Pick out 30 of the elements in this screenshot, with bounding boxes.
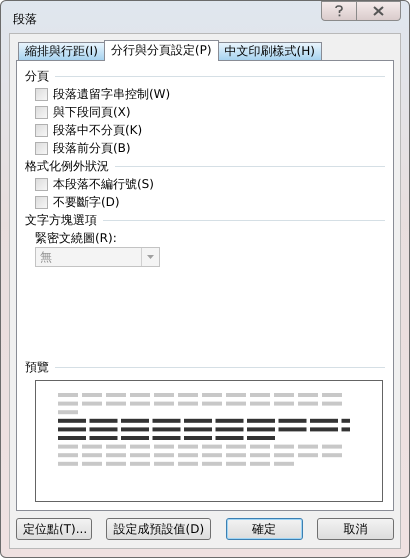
checkbox-label: 與下段同頁(X) [53,104,131,121]
checkbox[interactable] [35,88,48,100]
dialog-button[interactable]: 確定 [226,518,303,540]
tab[interactable]: 分行與分頁設定(P) [104,40,219,61]
tab[interactable]: 中文印刷樣式(H) [218,42,322,60]
checkbox[interactable] [35,196,48,208]
checkbox[interactable] [35,142,48,154]
dropdown-label: 緊密文繞圖(R): [35,230,117,247]
checkbox-label: 段落中不分頁(K) [53,122,142,139]
checkbox-label: 本段落不編行號(S) [53,176,154,193]
checkbox[interactable] [35,124,48,136]
window-title: 段落 [12,11,37,28]
section-heading: 預覽 [25,359,49,376]
dialog-button[interactable]: 取消 [316,518,394,540]
help-icon [335,5,343,17]
close-icon [373,6,384,16]
section-heading: 格式化例外狀況 [25,158,109,175]
checkbox-label: 不要斷字(D) [53,194,120,211]
checkbox[interactable] [35,178,48,190]
dropdown-arrow-icon [147,255,154,259]
dialog-button[interactable]: 設定成預設值(D) [106,518,212,540]
section-heading: 文字方塊選項 [25,212,97,229]
help-button[interactable] [321,1,357,21]
dialog-button[interactable]: 定位點(T)... [16,518,92,540]
checkbox-label: 段落遺留字串控制(W) [53,86,170,103]
close-button[interactable] [357,1,401,21]
tab[interactable]: 縮排與行距(I) [18,42,105,60]
section-heading: 分頁 [25,68,49,85]
checkbox[interactable] [35,106,48,118]
checkbox-label: 段落前分頁(B) [53,140,131,157]
